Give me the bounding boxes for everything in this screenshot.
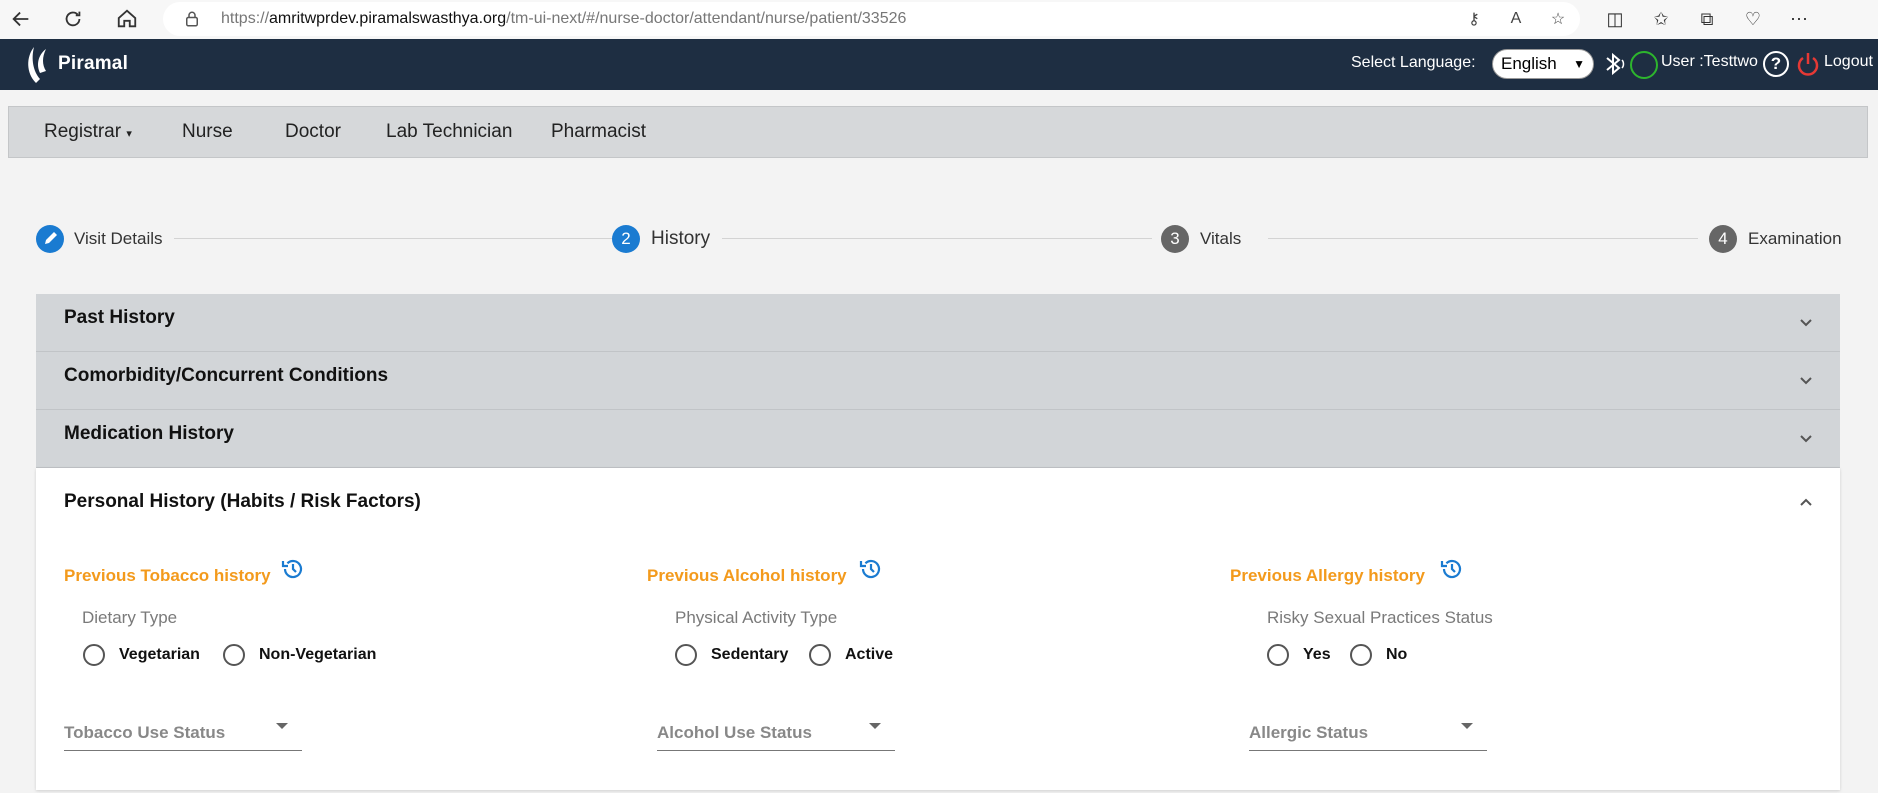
browser-health-icon[interactable]: ♡ <box>1736 2 1770 36</box>
dietary-type-label: Dietary Type <box>82 608 178 627</box>
role-tab-doctor[interactable]: Doctor <box>285 121 341 143</box>
chevron-up-icon[interactable] <box>1798 495 1814 511</box>
step-label-examination[interactable]: Examination <box>1748 229 1842 249</box>
previous-allergy-history-link[interactable]: Previous Allergy history <box>1230 566 1425 586</box>
step-label-visit-details[interactable]: Visit Details <box>74 229 163 249</box>
split-screen-icon[interactable]: ◫ <box>1598 2 1632 36</box>
history-icon[interactable] <box>858 556 884 582</box>
favorite-star-icon[interactable]: ☆ <box>1546 7 1570 31</box>
language-label: Select Language: <box>1351 54 1476 71</box>
step-examination[interactable]: 4 <box>1709 225 1737 253</box>
role-tab-lab-technician[interactable]: Lab Technician <box>386 121 512 143</box>
collections-icon[interactable]: ⧉ <box>1690 2 1724 36</box>
refresh-icon[interactable] <box>56 2 90 36</box>
radio-no[interactable] <box>1350 644 1372 666</box>
history-accordion: Past History Comorbidity/Concurrent Cond… <box>36 294 1840 468</box>
radio-active[interactable] <box>809 644 831 666</box>
history-icon[interactable] <box>280 556 306 582</box>
radio-label-active[interactable]: Active <box>845 646 893 664</box>
caret-down-icon: ▾ <box>126 128 132 140</box>
step-connector <box>722 238 1152 239</box>
chevron-down-icon <box>1800 435 1812 443</box>
radio-label-vegetarian[interactable]: Vegetarian <box>119 646 200 664</box>
history-icon[interactable] <box>1439 556 1465 582</box>
previous-tobacco-history-link[interactable]: Previous Tobacco history <box>64 566 271 586</box>
chevron-down-icon <box>1800 319 1812 327</box>
accordion-personal-history: Personal History (Habits / Risk Factors)… <box>36 468 1840 790</box>
power-icon[interactable] <box>1794 50 1822 78</box>
step-connector <box>174 238 636 239</box>
brand-name: Piramal <box>58 53 129 74</box>
home-icon[interactable] <box>110 2 144 36</box>
select-placeholder: Alcohol Use Status <box>657 723 812 742</box>
chevron-down-icon <box>1800 377 1812 385</box>
user-icon[interactable] <box>1630 51 1658 79</box>
radio-label-non-vegetarian[interactable]: Non-Vegetarian <box>259 646 376 664</box>
radio-yes[interactable] <box>1267 644 1289 666</box>
physical-activity-type-label: Physical Activity Type <box>675 608 838 627</box>
select-placeholder: Tobacco Use Status <box>64 723 226 742</box>
tobacco-use-status-select[interactable]: Tobacco Use Status <box>64 719 302 751</box>
logout-link[interactable]: Logout <box>1824 53 1873 71</box>
app-header: Piramal Select Language: English ▼ User … <box>0 39 1878 90</box>
role-tab-nurse[interactable]: Nurse <box>182 121 233 143</box>
role-tab-pharmacist[interactable]: Pharmacist <box>551 121 646 143</box>
language-select[interactable]: English ▼ <box>1492 49 1594 79</box>
accordion-title: Past History <box>64 307 175 328</box>
language-value: English <box>1501 54 1557 73</box>
step-vitals[interactable]: 3 <box>1161 225 1189 253</box>
key-icon[interactable]: ⚷ <box>1462 7 1486 31</box>
alcohol-use-status-select[interactable]: Alcohol Use Status <box>657 719 895 751</box>
chevron-down-icon: ▼ <box>1573 57 1585 71</box>
radio-label-sedentary[interactable]: Sedentary <box>711 646 788 664</box>
radio-label-yes[interactable]: Yes <box>1303 646 1331 664</box>
accordion-medication-history[interactable]: Medication History <box>36 410 1840 468</box>
accordion-comorbidity[interactable]: Comorbidity/Concurrent Conditions <box>36 352 1840 410</box>
help-icon[interactable]: ? <box>1763 51 1789 77</box>
step-visit-details[interactable] <box>36 225 64 253</box>
url-text[interactable]: https://amritwprdev.piramalswasthya.org/… <box>221 8 906 30</box>
dropdown-caret-icon <box>1461 723 1473 729</box>
address-bar[interactable]: https://amritwprdev.piramalswasthya.org/… <box>163 2 1580 36</box>
accordion-title[interactable]: Personal History (Habits / Risk Factors) <box>64 491 421 513</box>
edit-pencil-icon <box>45 232 57 244</box>
back-icon[interactable] <box>4 2 38 36</box>
read-aloud-icon[interactable]: A <box>1504 7 1528 31</box>
accordion-title: Medication History <box>64 423 234 444</box>
step-label-history[interactable]: History <box>651 228 710 250</box>
role-tab-registrar[interactable]: Registrar ▾ <box>44 121 132 143</box>
dropdown-caret-icon <box>276 723 288 729</box>
radio-label-no[interactable]: No <box>1386 646 1407 664</box>
select-placeholder: Allergic Status <box>1249 723 1369 742</box>
step-label-vitals[interactable]: Vitals <box>1200 229 1241 249</box>
role-navigation: Registrar ▾ Nurse Doctor Lab Technician … <box>8 106 1868 158</box>
risky-sexual-practices-label: Risky Sexual Practices Status <box>1267 608 1493 627</box>
user-label: User :Testtwo <box>1661 53 1758 70</box>
step-history[interactable]: 2 <box>612 225 640 253</box>
browser-toolbar: https://amritwprdev.piramalswasthya.org/… <box>0 0 1878 39</box>
radio-vegetarian[interactable] <box>83 644 105 666</box>
bluetooth-icon[interactable] <box>1599 50 1627 78</box>
radio-non-vegetarian[interactable] <box>223 644 245 666</box>
workflow-stepper: Visit Details 2 History 3 Vitals 4 Exami… <box>36 223 1842 255</box>
dropdown-caret-icon <box>869 723 881 729</box>
accordion-title: Comorbidity/Concurrent Conditions <box>64 365 389 386</box>
brand-logo[interactable]: Piramal <box>22 43 128 85</box>
more-icon[interactable]: ⋯ <box>1782 2 1816 36</box>
lock-icon[interactable] <box>183 10 201 28</box>
accordion-past-history[interactable]: Past History <box>36 294 1840 352</box>
previous-alcohol-history-link[interactable]: Previous Alcohol history <box>647 566 847 586</box>
radio-sedentary[interactable] <box>675 644 697 666</box>
step-connector <box>1268 238 1698 239</box>
piramal-logo-icon <box>28 47 46 83</box>
favorites-icon[interactable]: ✩ <box>1644 2 1678 36</box>
allergic-status-select[interactable]: Allergic Status <box>1249 719 1487 751</box>
